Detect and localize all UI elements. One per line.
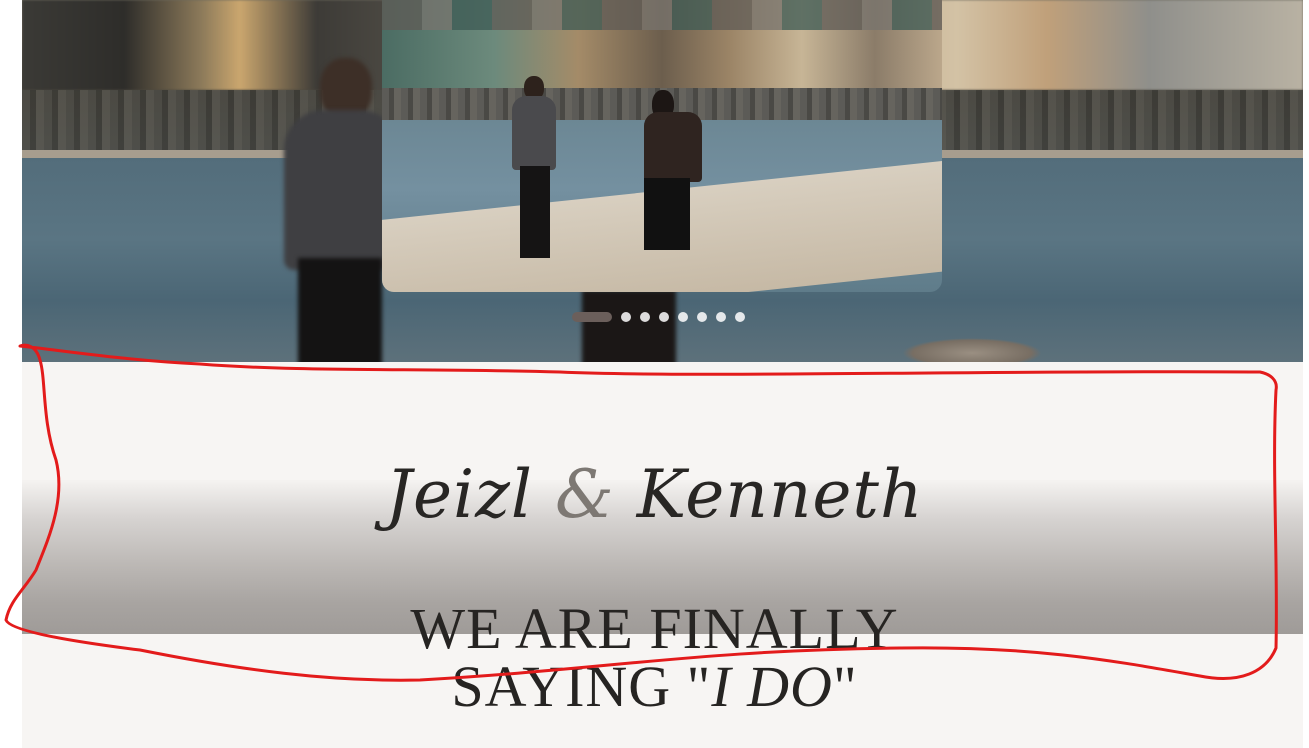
couple-names: Jeizl & Kenneth — [0, 462, 1309, 528]
hero-section — [22, 0, 1303, 362]
second-name: Kenneth — [636, 456, 924, 533]
carousel-dot-5[interactable] — [678, 312, 688, 322]
ampersand: & — [555, 456, 615, 533]
bride-coat — [644, 112, 702, 182]
groom-legs — [520, 166, 550, 258]
tagline: WE ARE FINALLY SAYING "I DO" — [0, 600, 1309, 716]
blurred-person-legs — [298, 258, 382, 362]
carousel-dot-8[interactable] — [735, 312, 745, 322]
tagline-line-2-suffix: " — [832, 654, 858, 719]
tagline-line-2: SAYING "I DO" — [0, 658, 1309, 716]
carousel-dot-7[interactable] — [716, 312, 726, 322]
carousel-dot-2[interactable] — [621, 312, 631, 322]
carousel-dot-4[interactable] — [659, 312, 669, 322]
bride-skirt — [644, 178, 690, 250]
first-name: Jeizl — [385, 456, 534, 533]
slide-roofs — [382, 0, 942, 30]
carousel-dots — [572, 312, 745, 322]
carousel-dot-3[interactable] — [640, 312, 650, 322]
tagline-line-2-prefix: SAYING " — [451, 654, 712, 719]
foreground-rocks — [902, 338, 1042, 362]
carousel-dot-1[interactable] — [572, 312, 612, 322]
groom-jacket — [512, 96, 556, 170]
carousel-dot-6[interactable] — [697, 312, 707, 322]
blurred-person-2 — [582, 290, 676, 362]
i-do-emphasis: I DO — [711, 654, 833, 719]
tagline-line-1: WE ARE FINALLY — [410, 596, 899, 661]
carousel-slide[interactable] — [382, 0, 942, 292]
